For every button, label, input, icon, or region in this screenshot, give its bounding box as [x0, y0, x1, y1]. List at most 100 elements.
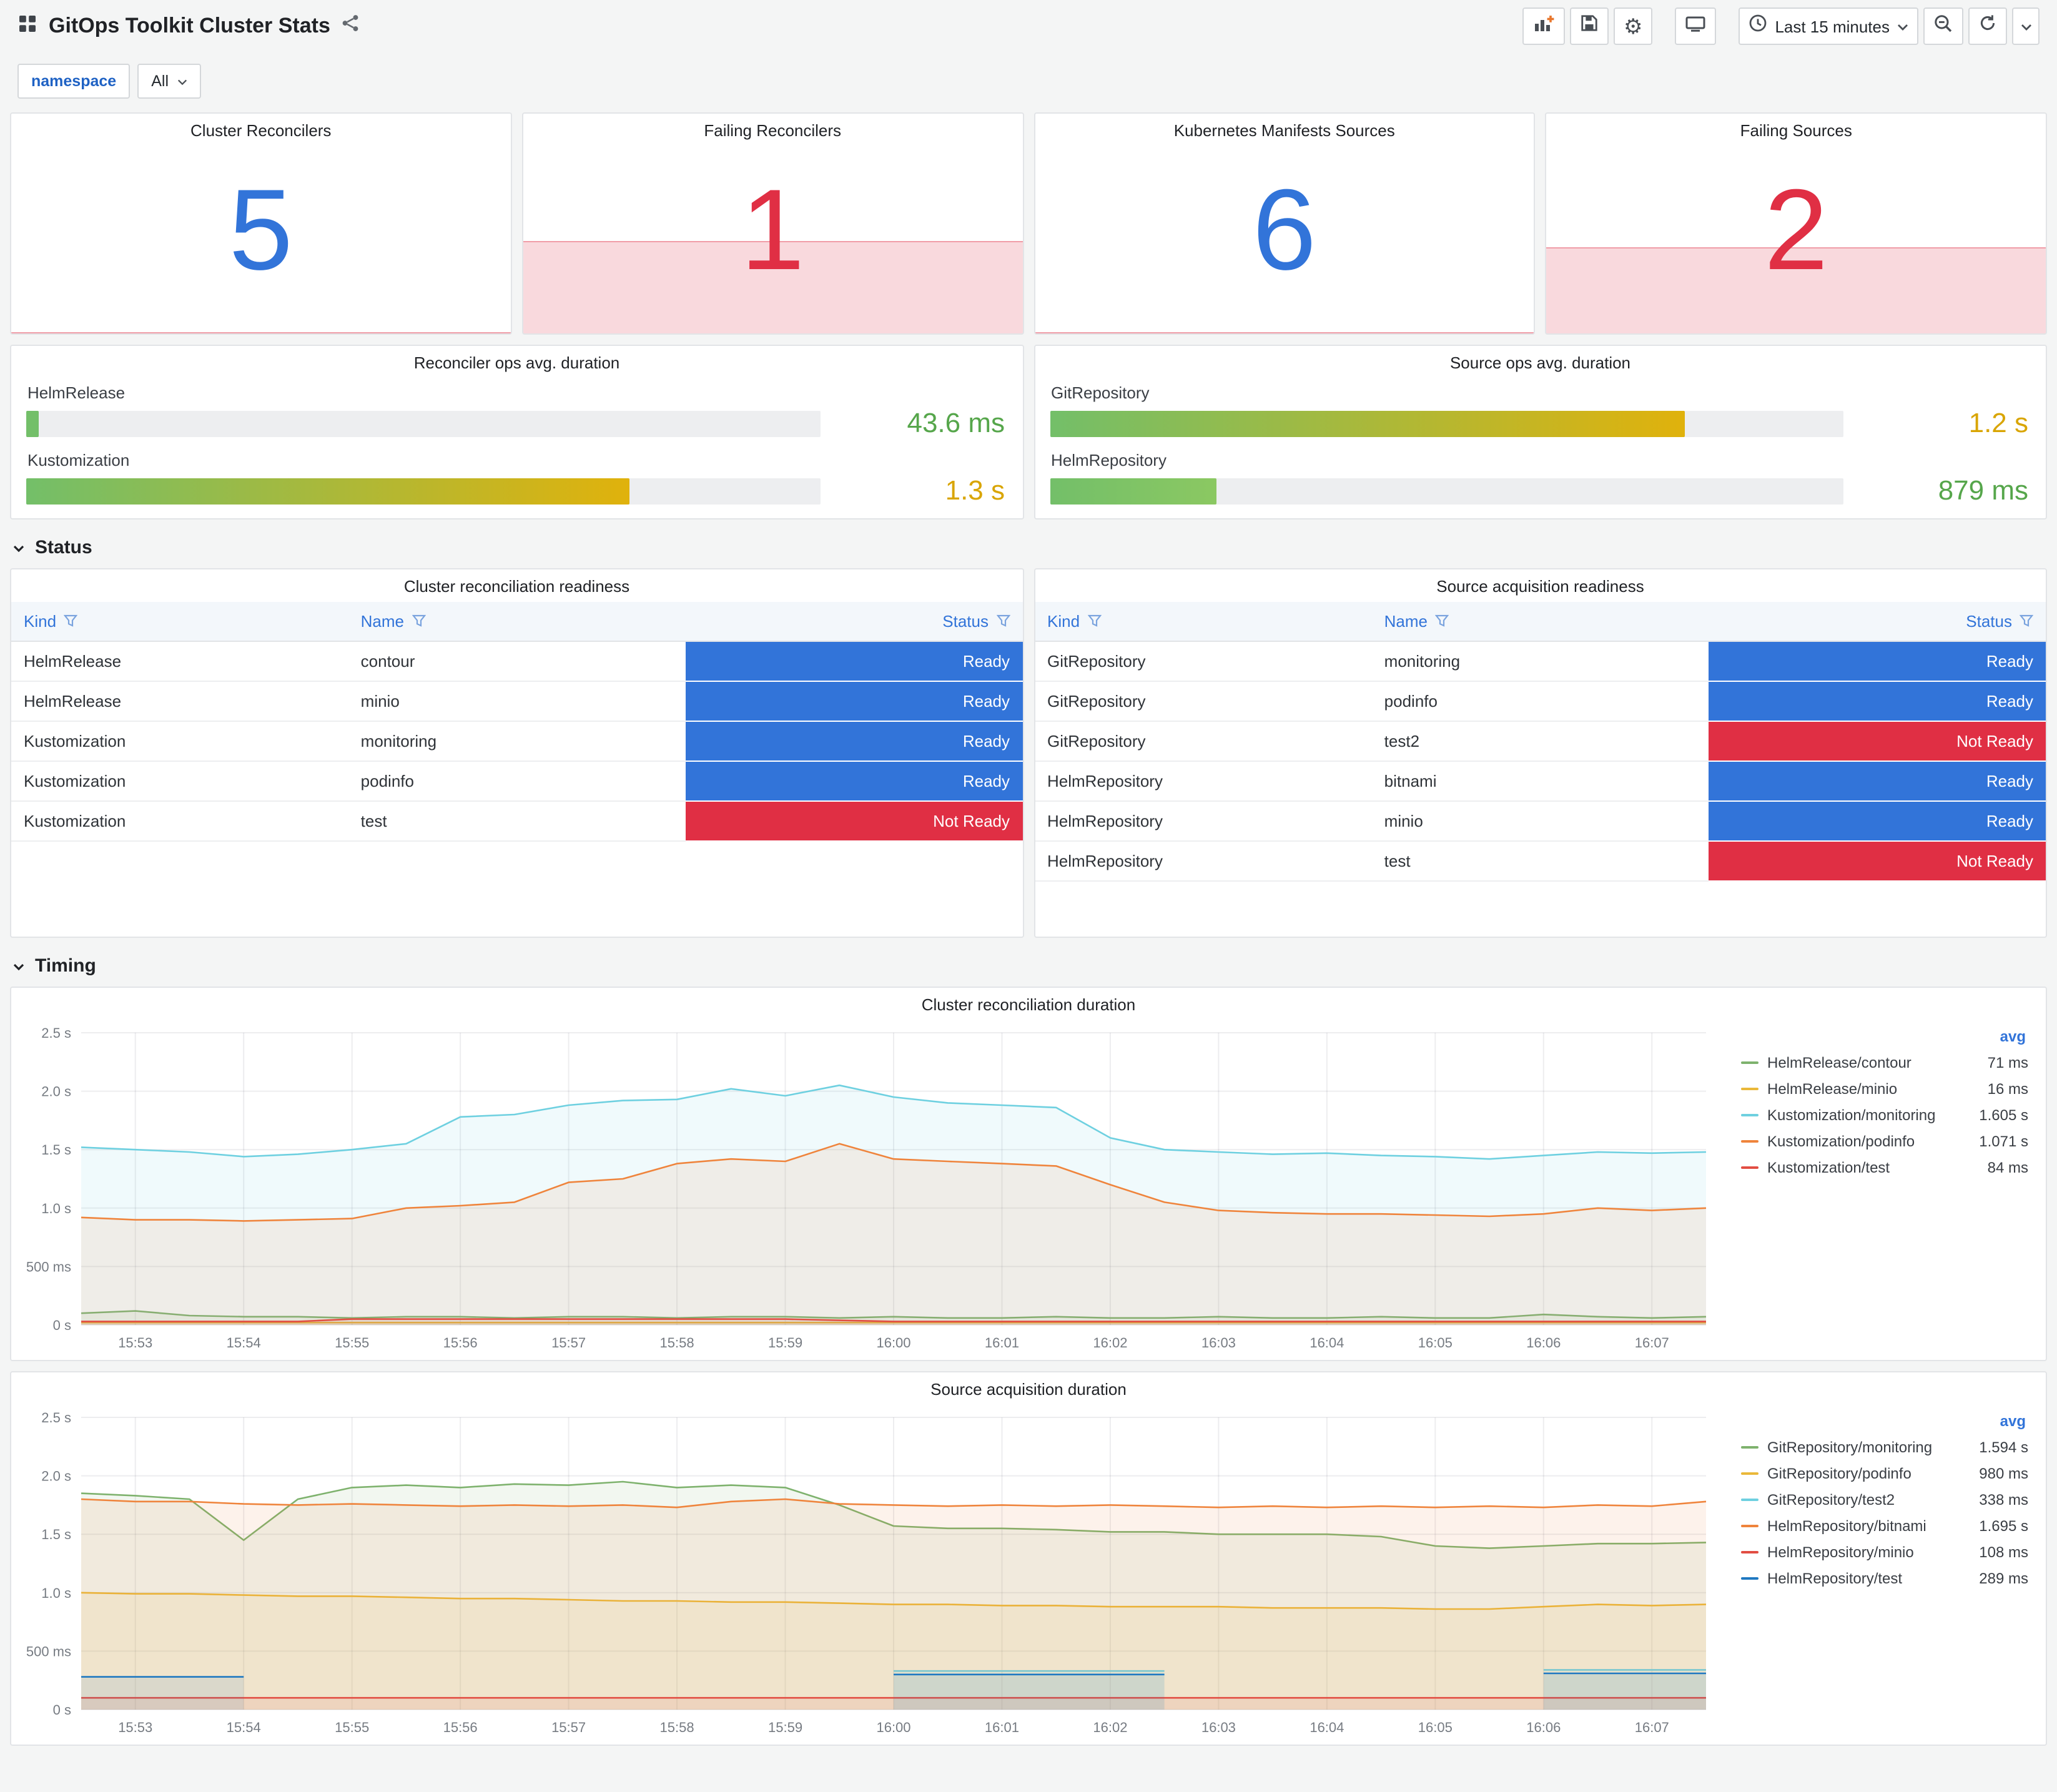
refresh-button[interactable]: [1968, 7, 2007, 45]
time-range-label: Last 15 minutes: [1775, 17, 1890, 36]
series-avg-value: 338 ms: [1979, 1490, 2028, 1508]
gauge-label: Kustomization: [27, 451, 130, 470]
save-icon: [1580, 14, 1599, 39]
gauge-label: GitRepository: [1051, 383, 1150, 402]
refresh-interval-button[interactable]: [2012, 7, 2040, 45]
panel-title[interactable]: Source acquisition duration: [11, 1372, 2046, 1405]
filter-icon[interactable]: [63, 612, 78, 631]
legend-item[interactable]: HelmRelease/contour 71 ms: [1741, 1049, 2028, 1075]
gauge-bar: [1050, 478, 1216, 504]
add-panel-button[interactable]: [1522, 7, 1565, 45]
cell-name: test: [1371, 842, 1709, 882]
zoom-out-button[interactable]: [1923, 7, 1963, 45]
svg-text:15:56: 15:56: [443, 1720, 478, 1735]
clock-icon: [1749, 14, 1767, 39]
svg-text:1.5 s: 1.5 s: [41, 1142, 71, 1158]
chevron-down-icon: [12, 955, 25, 977]
variable-value-dropdown[interactable]: All: [137, 64, 202, 99]
cell-kind: HelmRelease: [11, 642, 348, 682]
chevron-down-icon: [177, 72, 187, 90]
legend-item[interactable]: HelmRepository/bitnami 1.695 s: [1741, 1512, 2028, 1538]
svg-text:16:03: 16:03: [1201, 1720, 1236, 1735]
column-header-status[interactable]: Status: [685, 602, 1022, 642]
column-header-name[interactable]: Name: [348, 602, 686, 642]
column-header-name[interactable]: Name: [1371, 602, 1709, 642]
table-row: Kustomization monitoring Ready: [11, 722, 1022, 762]
apps-icon[interactable]: [17, 13, 37, 39]
series-avg-value: 71 ms: [1987, 1053, 2028, 1071]
dashboard-settings-button[interactable]: ⚙: [1613, 7, 1653, 45]
svg-text:16:04: 16:04: [1310, 1720, 1344, 1735]
bar-gauge-panel: Reconciler ops avg. duration HelmRelease…: [10, 345, 1024, 519]
svg-text:15:56: 15:56: [443, 1335, 478, 1351]
chart-panel-source-duration: Source acquisition duration 0 s 500 ms 1.0…: [10, 1371, 2047, 1746]
panel-title[interactable]: Cluster reconciliation duration: [11, 988, 2046, 1020]
filter-icon[interactable]: [1087, 612, 1102, 631]
series-avg-value: 108 ms: [1979, 1543, 2028, 1560]
svg-text:16:05: 16:05: [1418, 1335, 1453, 1351]
cell-status: Not Ready: [1709, 722, 2046, 762]
panel-title[interactable]: Source acquisition readiness: [1035, 569, 2046, 602]
series-name: GitRepository/podinfo: [1767, 1464, 1911, 1482]
table-row: HelmRelease minio Ready: [11, 682, 1022, 722]
filter-icon[interactable]: [1434, 612, 1449, 631]
panel-title[interactable]: Cluster Reconcilers: [11, 114, 511, 146]
section-header-timing[interactable]: Timing: [12, 955, 2045, 977]
series-color-marker: [1741, 1140, 1759, 1142]
table-panel-sources: Source acquisition readiness Kind Name S…: [1033, 568, 2047, 938]
panel-title[interactable]: Source ops avg. duration: [1050, 346, 2031, 378]
panel-title[interactable]: Kubernetes Manifests Sources: [1035, 114, 1534, 146]
legend-item[interactable]: Kustomization/monitoring 1.605 s: [1741, 1101, 2028, 1128]
panel-title[interactable]: Cluster reconciliation readiness: [11, 569, 1022, 602]
cycle-view-button[interactable]: [1675, 7, 1717, 45]
series-avg-value: 289 ms: [1979, 1569, 2028, 1587]
svg-text:500 ms: 500 ms: [26, 1259, 71, 1274]
legend-item[interactable]: HelmRelease/minio 16 ms: [1741, 1075, 2028, 1101]
svg-text:15:53: 15:53: [118, 1335, 152, 1351]
time-picker-button[interactable]: Last 15 minutes: [1739, 7, 1918, 45]
cell-name: minio: [348, 682, 686, 722]
series-color-marker: [1741, 1577, 1759, 1579]
table-row: HelmRepository minio Ready: [1035, 802, 2046, 842]
svg-text:16:07: 16:07: [1635, 1335, 1669, 1351]
filter-icon[interactable]: [2019, 612, 2034, 631]
column-header-status[interactable]: Status: [1709, 602, 2046, 642]
legend-item[interactable]: Kustomization/podinfo 1.071 s: [1741, 1128, 2028, 1154]
panel-title[interactable]: Failing Sources: [1547, 114, 2046, 146]
cell-name: bitnami: [1371, 762, 1709, 802]
series-color-marker: [1741, 1472, 1759, 1474]
gauge-bar: [26, 478, 629, 504]
filter-icon[interactable]: [995, 612, 1010, 631]
table-row: HelmRelease contour Ready: [11, 642, 1022, 682]
series-color-marker: [1741, 1113, 1759, 1116]
legend-avg-header[interactable]: avg: [1741, 1028, 2028, 1049]
svg-text:15:58: 15:58: [660, 1335, 694, 1351]
section-header-status[interactable]: Status: [12, 537, 2045, 558]
legend-item[interactable]: GitRepository/podinfo 980 ms: [1741, 1460, 2028, 1486]
section-label: Status: [35, 537, 92, 558]
legend-avg-header[interactable]: avg: [1741, 1412, 2028, 1434]
stat-panel: Kubernetes Manifests Sources 6: [1033, 112, 1536, 335]
variable-label-namespace[interactable]: namespace: [17, 64, 131, 99]
svg-text:2.5 s: 2.5 s: [41, 1410, 71, 1425]
cell-kind: HelmRelease: [11, 682, 348, 722]
panel-title[interactable]: Reconciler ops avg. duration: [26, 346, 1007, 378]
filter-icon[interactable]: [411, 612, 426, 631]
svg-text:1.5 s: 1.5 s: [41, 1527, 71, 1542]
legend-item[interactable]: HelmRepository/test 289 ms: [1741, 1565, 2028, 1591]
column-header-kind[interactable]: Kind: [11, 602, 348, 642]
time-series-plot[interactable]: 0 s 500 ms 1.0 s 1.5 s 2.0 s 2.5 s 15:53 15:54 1…: [16, 1405, 1724, 1740]
table-row: Kustomization podinfo Ready: [11, 762, 1022, 802]
column-header-kind[interactable]: Kind: [1035, 602, 1372, 642]
time-series-plot[interactable]: 0 s 500 ms 1.0 s 1.5 s 2.0 s 2.5 s 15:53 15:54 1…: [16, 1020, 1724, 1355]
share-icon[interactable]: [342, 14, 360, 39]
svg-text:500 ms: 500 ms: [26, 1643, 71, 1659]
series-avg-value: 1.594 s: [1979, 1438, 2028, 1455]
legend-item[interactable]: GitRepository/test2 338 ms: [1741, 1486, 2028, 1512]
legend-item[interactable]: HelmRepository/minio 108 ms: [1741, 1538, 2028, 1565]
legend-item[interactable]: GitRepository/monitoring 1.594 s: [1741, 1434, 2028, 1460]
save-dashboard-button[interactable]: [1569, 7, 1609, 45]
panel-title[interactable]: Failing Reconcilers: [523, 114, 1023, 146]
legend-item[interactable]: Kustomization/test 84 ms: [1741, 1154, 2028, 1180]
add-panel-icon: [1532, 13, 1555, 39]
